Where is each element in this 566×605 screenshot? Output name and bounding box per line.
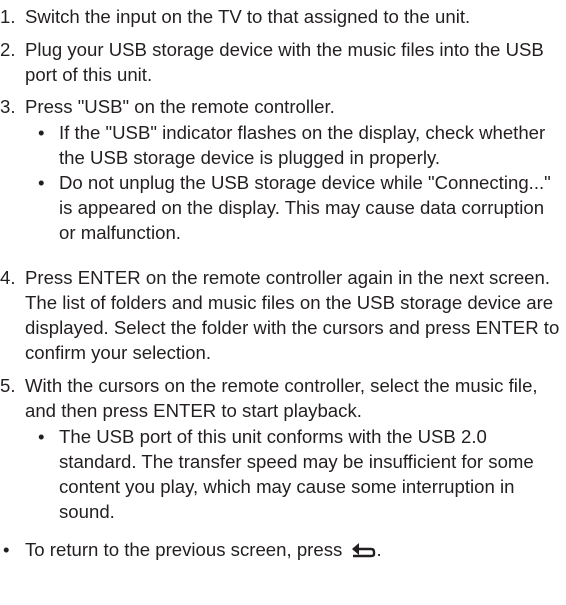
sub-bullet-list: The USB port of this unit conforms with … bbox=[25, 424, 560, 524]
step-text: Plug your USB storage device with the mu… bbox=[25, 38, 544, 85]
step-2: 2. Plug your USB storage device with the… bbox=[0, 37, 560, 87]
step-text: Press ENTER on the remote controller aga… bbox=[25, 267, 560, 363]
step-number: 5. bbox=[0, 374, 16, 396]
step-4: 4. Press ENTER on the remote controller … bbox=[0, 265, 560, 365]
step-text: With the cursors on the remote controlle… bbox=[25, 374, 538, 421]
sub-bullet: The USB port of this unit conforms with … bbox=[25, 424, 560, 524]
step-text: Press "USB" on the remote controller. bbox=[25, 96, 335, 117]
step-number: 4. bbox=[0, 267, 16, 288]
step-1: 1. Switch the input on the TV to that as… bbox=[0, 4, 560, 29]
step-5: 5. With the cursors on the remote contro… bbox=[0, 373, 560, 524]
sub-bullet: If the "USB" indicator flashes on the di… bbox=[25, 120, 560, 170]
step-number: 3. bbox=[0, 96, 16, 117]
step-number: 1. bbox=[0, 6, 16, 27]
return-arrow-icon bbox=[350, 539, 376, 557]
sub-bullet-list: If the "USB" indicator flashes on the di… bbox=[25, 120, 560, 245]
step-3: 3. Press "USB" on the remote controller.… bbox=[0, 94, 560, 245]
note-suffix: . bbox=[376, 538, 382, 560]
step-list: 1. Switch the input on the TV to that as… bbox=[0, 4, 560, 524]
note-text: To return to the previous screen, press bbox=[25, 538, 343, 560]
return-note: To return to the previous screen, press … bbox=[0, 537, 560, 562]
step-text: Switch the input on the TV to that assig… bbox=[25, 6, 471, 27]
manual-page: 1. Switch the input on the TV to that as… bbox=[0, 0, 566, 605]
step-number: 2. bbox=[0, 38, 16, 60]
sub-bullet: Do not unplug the USB storage device whi… bbox=[25, 170, 560, 245]
